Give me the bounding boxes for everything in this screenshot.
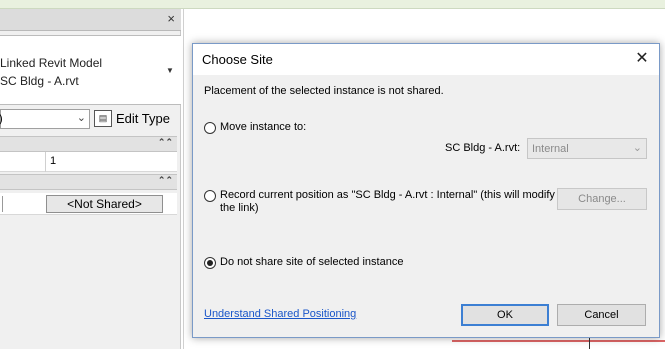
ok-button[interactable]: OK (461, 304, 549, 326)
property-row: 1 (0, 152, 177, 172)
instance-filter-row: ) ⌄ ▤ Edit Type (0, 109, 181, 131)
not-shared-button[interactable]: <Not Shared> (46, 195, 163, 213)
no-share-label[interactable]: Do not share site of selected instance (220, 255, 403, 270)
record-position-label[interactable]: Record current position as "SC Bldg - A.… (220, 188, 555, 203)
edit-type-button[interactable]: ▤ Edit Type (94, 109, 179, 129)
record-position-label-cont[interactable]: the link) (220, 201, 259, 216)
canvas-element (452, 340, 665, 342)
top-ribbon-edge (0, 0, 665, 9)
site-select-value: Internal (532, 143, 569, 155)
site-label: SC Bldg - A.rvt: (445, 142, 521, 154)
property-group-header[interactable]: ⌃⌃ (0, 174, 177, 190)
edit-type-icon: ▤ (94, 110, 112, 127)
type-name: Linked Revit Model (0, 56, 103, 70)
no-share-radio[interactable] (204, 257, 216, 269)
move-instance-label[interactable]: Move instance to: (220, 120, 306, 135)
dialog-title: Choose Site (202, 52, 273, 67)
type-file: SC Bldg - A.rvt (0, 74, 79, 88)
site-select: Internal ⌄ (527, 138, 647, 159)
double-chevron-up-icon[interactable]: ⌃⌃ (158, 137, 173, 148)
property-name-cell (0, 196, 3, 212)
properties-palette: × Linked Revit Model SC Bldg - A.rvt ▼ )… (0, 9, 181, 349)
choose-site-dialog: Choose Site ✕ Placement of the selected … (192, 43, 660, 338)
dialog-message: Placement of the selected instance is no… (204, 85, 444, 97)
cancel-button[interactable]: Cancel (557, 304, 646, 326)
edit-type-label: Edit Type (116, 111, 170, 126)
type-selector[interactable]: Linked Revit Model SC Bldg - A.rvt ▼ (0, 35, 181, 105)
chevron-down-icon[interactable]: ⌄ (77, 111, 86, 124)
property-value[interactable]: 1 (45, 152, 177, 172)
close-icon[interactable]: × (167, 11, 175, 26)
double-chevron-up-icon[interactable]: ⌃⌃ (158, 175, 173, 186)
change-button: Change... (557, 188, 647, 210)
instance-filter-dropdown[interactable]: ) ⌄ (0, 109, 90, 129)
close-icon[interactable]: ✕ (633, 49, 651, 69)
record-position-radio[interactable] (204, 190, 216, 202)
dialog-titlebar[interactable]: Choose Site ✕ (193, 44, 659, 75)
chevron-down-icon: ⌄ (632, 142, 642, 154)
properties-header: × (0, 9, 181, 31)
property-group-header[interactable]: ⌃⌃ (0, 136, 177, 152)
type-selector-caret-icon[interactable]: ▼ (166, 66, 174, 75)
instance-filter-value: ) (0, 113, 3, 125)
move-instance-radio[interactable] (204, 122, 216, 134)
canvas-element (589, 337, 590, 349)
help-link[interactable]: Understand Shared Positioning (204, 308, 356, 320)
